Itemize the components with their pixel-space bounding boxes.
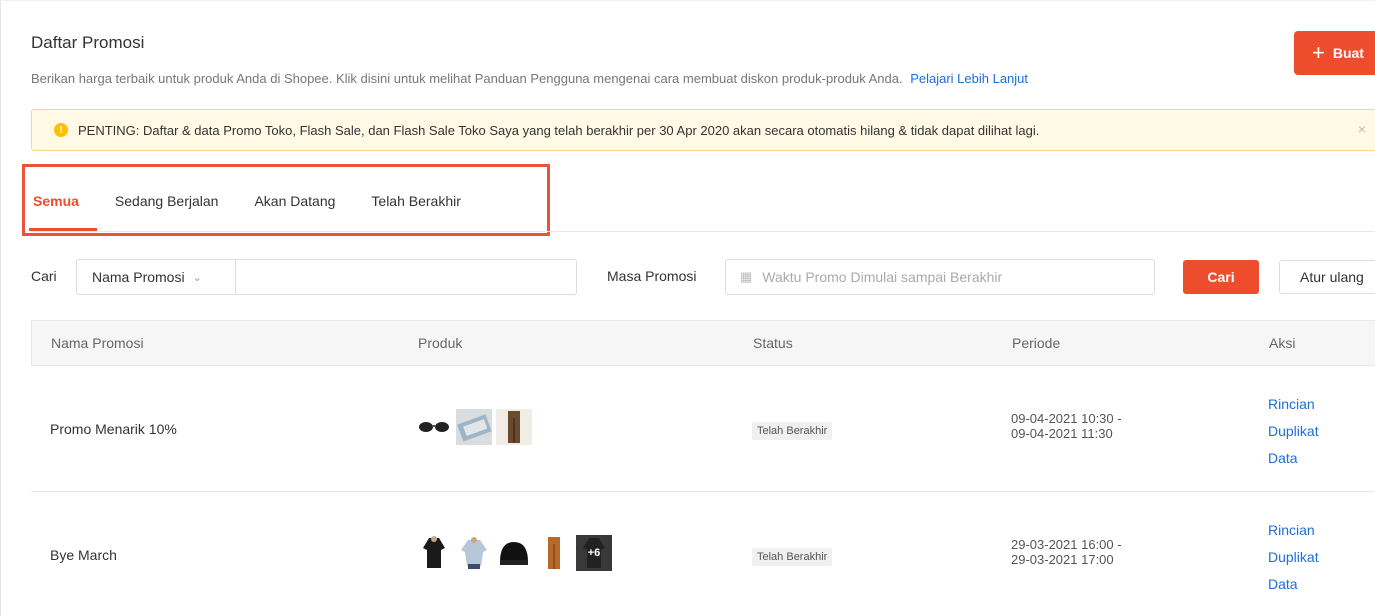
product-thumbnails: +6	[416, 535, 616, 571]
plus-icon: +	[1312, 40, 1325, 65]
status-badge: Telah Berakhir	[752, 548, 833, 566]
promotion-period: 09-04-2021 10:30 - 09-04-2021 11:30	[1011, 411, 1122, 441]
search-bar: Cari Nama Promosi ⌄ Masa Promosi ▦ Waktu…	[31, 259, 1375, 295]
subtitle-text: Berikan harga terbaik untuk produk Anda …	[31, 71, 903, 86]
table-header: Nama Promosi Produk Status Periode Aksi	[31, 320, 1375, 366]
data-link[interactable]: Data	[1268, 445, 1319, 472]
period-date-range-input[interactable]: ▦ Waktu Promo Dimulai sampai Berakhir	[725, 259, 1155, 295]
more-products-count: +6	[576, 535, 612, 571]
period-start: 29-03-2021 16:00 -	[1011, 537, 1122, 552]
product-image-sunglasses[interactable]	[416, 409, 452, 445]
promotion-period: 29-03-2021 16:00 - 29-03-2021 17:00	[1011, 537, 1122, 567]
header-actions: Aksi	[1269, 335, 1296, 351]
create-button-label: Buat	[1332, 45, 1364, 61]
period-end: 09-04-2021 11:30	[1011, 426, 1113, 441]
product-image-trousers[interactable]	[496, 409, 532, 445]
chevron-down-icon: ⌄	[192, 271, 202, 284]
page-subtitle: Berikan harga terbaik untuk produk Anda …	[31, 71, 1028, 86]
product-thumbnails	[416, 409, 536, 445]
product-image-orange-pants[interactable]	[536, 535, 572, 571]
create-promotion-button[interactable]: + Buat	[1294, 31, 1375, 75]
warning-icon: !	[54, 123, 68, 137]
period-label: Masa Promosi	[607, 268, 697, 284]
data-link[interactable]: Data	[1268, 571, 1319, 598]
table-row: Bye March +6 Telah Berakhir 29-03-2021 1…	[31, 492, 1375, 616]
important-alert: ! PENTING: Daftar & data Promo Toko, Fla…	[31, 109, 1375, 151]
promotion-name: Promo Menarik 10%	[50, 421, 177, 437]
search-button[interactable]: Cari	[1183, 260, 1259, 294]
header-name: Nama Promosi	[51, 335, 144, 351]
promotion-list-page: Daftar Promosi Berikan harga terbaik unt…	[0, 0, 1375, 616]
page-title: Daftar Promosi	[31, 33, 145, 52]
header-status: Status	[753, 335, 793, 351]
product-image-black-top[interactable]	[416, 535, 452, 571]
duplicate-link[interactable]: Duplikat	[1268, 418, 1319, 445]
search-field-value: Nama Promosi	[92, 269, 185, 285]
alert-text: PENTING: Daftar & data Promo Toko, Flash…	[78, 122, 1040, 138]
period-end: 29-03-2021 17:00	[1011, 552, 1114, 567]
status-badge: Telah Berakhir	[752, 422, 833, 440]
calendar-icon: ▦	[740, 269, 753, 284]
table-row: Promo Menarik 10% Telah Berakhir 09-04-2…	[31, 366, 1375, 492]
reset-button[interactable]: Atur ulang	[1279, 260, 1375, 294]
product-image-fabric[interactable]	[456, 409, 492, 445]
close-icon[interactable]: ×	[1358, 121, 1366, 137]
header-period: Periode	[1012, 335, 1061, 351]
product-image-white-shirt[interactable]	[456, 535, 492, 571]
row-actions: Rincian Duplikat Data	[1268, 517, 1319, 598]
tabs-divider	[31, 231, 1375, 232]
row-actions: Rincian Duplikat Data	[1268, 391, 1319, 472]
tab-ended[interactable]: Telah Berakhir	[371, 171, 461, 231]
learn-more-link[interactable]: Pelajari Lebih Lanjut	[910, 71, 1028, 86]
product-image-beanie[interactable]	[496, 535, 532, 571]
search-field-select[interactable]: Nama Promosi ⌄	[76, 259, 236, 295]
period-start: 09-04-2021 10:30 -	[1011, 411, 1122, 426]
details-link[interactable]: Rincian	[1268, 517, 1319, 544]
tab-upcoming[interactable]: Akan Datang	[254, 171, 335, 231]
status-tabs: Semua Sedang Berjalan Akan Datang Telah …	[29, 171, 497, 231]
promotion-name: Bye March	[50, 547, 117, 563]
tab-all[interactable]: Semua	[29, 171, 97, 231]
search-input[interactable]	[235, 259, 577, 295]
tab-ongoing[interactable]: Sedang Berjalan	[115, 171, 219, 231]
period-placeholder: Waktu Promo Dimulai sampai Berakhir	[762, 269, 1003, 285]
details-link[interactable]: Rincian	[1268, 391, 1319, 418]
search-label: Cari	[31, 268, 57, 284]
duplicate-link[interactable]: Duplikat	[1268, 544, 1319, 571]
header-products: Produk	[418, 335, 463, 351]
promotion-table: Nama Promosi Produk Status Periode Aksi …	[31, 320, 1375, 616]
product-image-more[interactable]: +6	[576, 535, 612, 571]
